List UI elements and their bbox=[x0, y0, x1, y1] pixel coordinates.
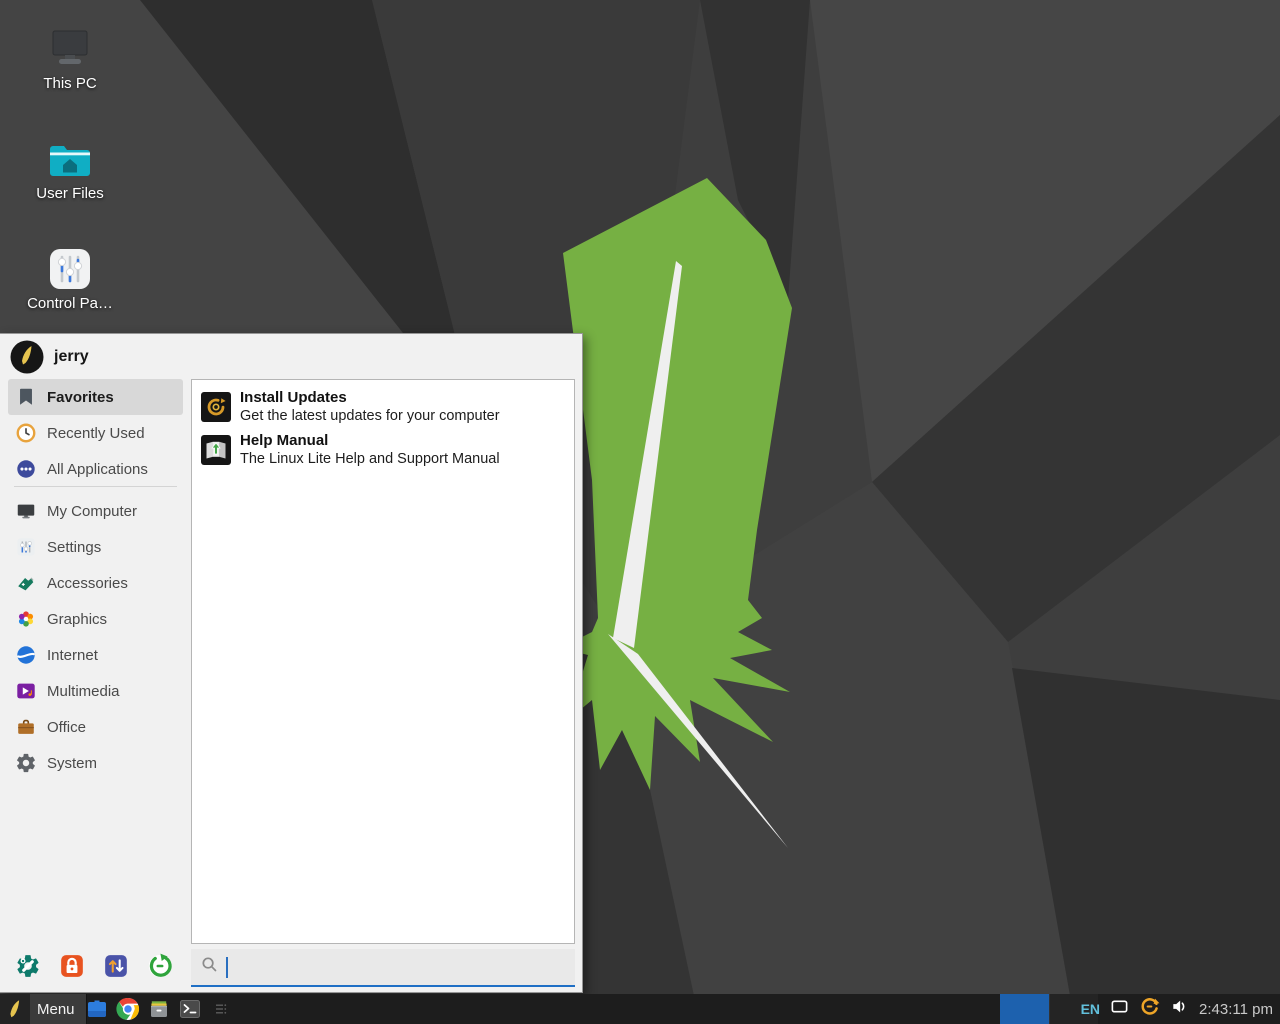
category-label: Multimedia bbox=[47, 683, 120, 700]
text-cursor bbox=[226, 957, 228, 978]
category-system[interactable]: System bbox=[8, 745, 183, 781]
workspace-1[interactable] bbox=[1000, 994, 1049, 1024]
category-graphics[interactable]: Graphics bbox=[8, 601, 183, 637]
category-label: Internet bbox=[47, 647, 98, 664]
category-accessories[interactable]: Accessories bbox=[8, 565, 183, 601]
control-panel-icon bbox=[12, 244, 128, 290]
list-item-install-updates[interactable]: Install Updates Get the latest updates f… bbox=[196, 385, 570, 428]
switch-user-icon[interactable] bbox=[103, 953, 129, 979]
menu-categories: My Computer Settings Accessories Graphic… bbox=[8, 493, 183, 781]
globe-icon bbox=[15, 644, 37, 666]
apps-grid-icon bbox=[15, 458, 37, 480]
media-player-icon bbox=[15, 680, 37, 702]
taskbar: Menu EN bbox=[0, 994, 1280, 1024]
settings-manager-icon[interactable] bbox=[15, 953, 41, 979]
desktop-icon-control-panel[interactable]: Control Pa… bbox=[12, 244, 128, 312]
search-icon bbox=[200, 955, 219, 979]
linux-lite-logo-icon bbox=[0, 994, 30, 1024]
terminal-icon[interactable] bbox=[177, 996, 203, 1022]
menu-nav: Favorites Recently Used All Applications bbox=[8, 379, 183, 487]
avatar[interactable] bbox=[10, 340, 44, 374]
updates-available-icon[interactable] bbox=[1139, 996, 1160, 1022]
quit-icon[interactable] bbox=[147, 953, 173, 979]
search-input[interactable] bbox=[235, 958, 566, 977]
bookmark-icon bbox=[15, 386, 37, 408]
nav-item-favorites[interactable]: Favorites bbox=[8, 379, 183, 415]
color-flower-icon bbox=[15, 608, 37, 630]
window-list-icon[interactable] bbox=[208, 996, 234, 1022]
nav-label: All Applications bbox=[47, 461, 148, 478]
menu-button[interactable]: Menu bbox=[0, 994, 87, 1024]
help-manual-icon bbox=[201, 435, 231, 465]
category-office[interactable]: Office bbox=[8, 709, 183, 745]
utility-knife-icon bbox=[15, 572, 37, 594]
nav-item-recently-used[interactable]: Recently Used bbox=[8, 415, 183, 451]
desktop-icon-label: User Files bbox=[12, 185, 128, 202]
menu-separator bbox=[14, 486, 177, 487]
category-label: Accessories bbox=[47, 575, 128, 592]
briefcase-icon bbox=[15, 716, 37, 738]
this-pc-icon bbox=[12, 24, 128, 70]
gear-icon bbox=[15, 752, 37, 774]
whisker-menu: jerry Favorites Recently Used All Applic… bbox=[0, 333, 583, 993]
category-internet[interactable]: Internet bbox=[8, 637, 183, 673]
nav-label: Recently Used bbox=[47, 425, 145, 442]
menu-header: jerry bbox=[0, 334, 582, 379]
category-label: Graphics bbox=[47, 611, 107, 628]
desktop-icon-label: Control Pa… bbox=[12, 295, 128, 312]
category-label: System bbox=[47, 755, 97, 772]
user-files-folder-icon bbox=[12, 134, 128, 180]
file-manager-icon[interactable] bbox=[84, 996, 110, 1022]
app-description: Get the latest updates for your computer bbox=[240, 407, 500, 425]
volume-icon[interactable] bbox=[1170, 997, 1189, 1021]
category-label: Settings bbox=[47, 539, 101, 556]
archive-manager-icon[interactable] bbox=[146, 996, 172, 1022]
install-updates-icon bbox=[201, 392, 231, 422]
taskbar-launchers bbox=[84, 994, 234, 1024]
category-multimedia[interactable]: Multimedia bbox=[8, 673, 183, 709]
desktop: This PC User Files Control Pa… bbox=[0, 0, 1280, 1024]
chrome-icon[interactable] bbox=[115, 996, 141, 1022]
desktop-icon-user-files[interactable]: User Files bbox=[12, 134, 128, 202]
desktop-icon-label: This PC bbox=[12, 75, 128, 92]
desktop-icon-this-pc[interactable]: This PC bbox=[12, 24, 128, 92]
clock[interactable]: 2:43:11 pm bbox=[1199, 1001, 1273, 1018]
username: jerry bbox=[54, 348, 89, 366]
menu-app-list: Install Updates Get the latest updates f… bbox=[191, 379, 575, 944]
system-tray: EN 2:43:11 pm bbox=[1081, 994, 1273, 1024]
lock-screen-icon[interactable] bbox=[59, 953, 85, 979]
nav-label: Favorites bbox=[47, 389, 114, 406]
app-description: The Linux Lite Help and Support Manual bbox=[240, 450, 500, 468]
clock-icon bbox=[15, 422, 37, 444]
sliders-icon bbox=[15, 536, 37, 558]
display-icon[interactable] bbox=[1110, 997, 1129, 1021]
list-item-help-manual[interactable]: Help Manual The Linux Lite Help and Supp… bbox=[196, 428, 570, 471]
keyboard-layout-indicator[interactable]: EN bbox=[1081, 1001, 1100, 1017]
category-my-computer[interactable]: My Computer bbox=[8, 493, 183, 529]
category-label: My Computer bbox=[47, 503, 137, 520]
app-title: Install Updates bbox=[240, 388, 500, 407]
menu-button-label: Menu bbox=[37, 1001, 75, 1018]
category-settings[interactable]: Settings bbox=[8, 529, 183, 565]
nav-item-all-applications[interactable]: All Applications bbox=[8, 451, 183, 487]
computer-icon bbox=[15, 500, 37, 522]
menu-action-buttons bbox=[15, 953, 173, 979]
category-label: Office bbox=[47, 719, 86, 736]
app-title: Help Manual bbox=[240, 431, 500, 450]
search-bar[interactable] bbox=[191, 949, 575, 987]
